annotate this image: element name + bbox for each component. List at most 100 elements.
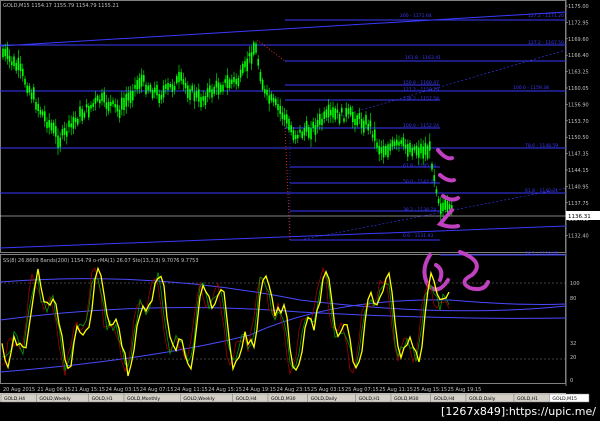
- candle-body: [99, 99, 101, 104]
- candle-body: [200, 97, 202, 108]
- price-tick-label: 1153.70: [568, 119, 589, 125]
- candle-body: [363, 120, 365, 133]
- candle-body: [127, 92, 130, 101]
- candle-body: [30, 92, 33, 100]
- candle-body: [134, 85, 136, 89]
- candle-body: [145, 84, 147, 95]
- candle-body: [398, 141, 400, 146]
- candle-body: [330, 109, 332, 116]
- watermark: [1267x849]:https://upic.me/: [439, 404, 598, 419]
- candle-body: [41, 111, 44, 116]
- chart-tab[interactable]: GOLD,Weekly: [36, 393, 89, 403]
- fibo-label: 100.0 - 1152.24: [403, 123, 439, 129]
- chart-tab[interactable]: GOLD,H1: [355, 393, 392, 403]
- chart-tab[interactable]: GOLD,H4: [232, 393, 269, 403]
- svg-text:GOLD,Weekly: GOLD,Weekly: [39, 396, 71, 402]
- candle-body: [224, 79, 226, 83]
- candle-body: [217, 82, 220, 95]
- indicator-tick-label: 32: [570, 341, 576, 347]
- candle-body: [327, 104, 330, 118]
- price-axis: 1175.00 1172.95 1169.60 1166.40 1163.25 1160.…: [566, 4, 589, 240]
- candle-body: [422, 146, 424, 159]
- time-tick-label: 21 Aug 15:15: [71, 387, 105, 393]
- chart-tab[interactable]: GOLD,H4: [430, 393, 467, 403]
- candle-body: [77, 118, 79, 125]
- time-axis: 20 Aug 2015 21 Aug 06:15 21 Aug 15:15 24 Au…: [3, 387, 481, 393]
- chart-tab[interactable]: GOLD,Daily: [465, 393, 515, 403]
- candle-body: [323, 111, 325, 120]
- candle-body: [125, 93, 127, 107]
- candle-body: [156, 84, 158, 96]
- candle-body: [19, 63, 22, 72]
- chart-tab[interactable]: GOLD,Daily: [307, 393, 356, 403]
- price-tick-label: 1140.95: [568, 184, 589, 190]
- candle-body: [310, 128, 312, 140]
- indicator-header: SS(8) 26.8669 Bands(200) 1154.79 o-rMA(1…: [3, 258, 199, 264]
- candle-body: [138, 77, 141, 89]
- candle-body: [358, 112, 361, 120]
- svg-text:GOLD,H4: GOLD,H4: [4, 396, 25, 402]
- candle-body: [50, 122, 53, 131]
- candle-body: [275, 98, 277, 106]
- time-tick-label: 20 Aug 2015: [3, 387, 35, 393]
- candle-body: [389, 143, 391, 151]
- svg-text:GOLD,M15: GOLD,M15: [552, 396, 577, 402]
- candle-body: [211, 89, 213, 98]
- indicator-tick-label: 80: [570, 296, 576, 302]
- candle-body: [129, 90, 132, 104]
- svg-text:GOLD,Daily: GOLD,Daily: [469, 396, 496, 402]
- chart-tab[interactable]: GOLD,H4: [0, 393, 37, 403]
- candle-body: [180, 72, 182, 81]
- chart-tabs: GOLD,H4 GOLD,Weekly GOLD,H1 GOLD,Monthly GOL…: [0, 393, 590, 403]
- candle-body: [407, 144, 409, 157]
- chart-tab[interactable]: GOLD,M30: [390, 393, 431, 403]
- candle-body: [222, 84, 224, 92]
- chart-tab[interactable]: GOLD,H1: [513, 393, 550, 403]
- candle-body: [90, 104, 92, 109]
- chart-tab[interactable]: GOLD,M30: [267, 393, 308, 403]
- candle-body: [171, 84, 174, 92]
- price-tick-label: 1163.25: [568, 70, 589, 76]
- candle-body: [59, 137, 61, 147]
- indicator-tick-label: 0: [570, 378, 573, 384]
- candle-body: [187, 85, 189, 98]
- candle-body: [393, 141, 396, 147]
- candle-body: [246, 58, 248, 72]
- fibo-label: 61.8 - 1140.21: [525, 188, 558, 194]
- candle-body: [162, 85, 165, 98]
- candle-body: [61, 129, 64, 136]
- candle-body: [283, 114, 286, 121]
- price-tick-label: 1166.40: [568, 53, 589, 59]
- current-price-label: 1136.31: [568, 214, 591, 220]
- fibo-label: 78.6 - 1148.59: [525, 143, 558, 149]
- candle-body: [202, 96, 204, 101]
- candle-body: [96, 95, 99, 101]
- candle-body: [343, 118, 345, 122]
- chart-tab[interactable]: GOLD,M15: [549, 393, 590, 403]
- candle-body: [288, 118, 290, 131]
- candle-body: [325, 109, 328, 118]
- candle-body: [345, 107, 347, 117]
- fibo-label: 150.0 - 1160.47: [403, 80, 439, 86]
- candle-body: [286, 114, 288, 124]
- chart-tab[interactable]: GOLD,H1: [88, 393, 125, 403]
- candle-body: [292, 130, 295, 141]
- candle-body: [24, 78, 26, 85]
- chart-tab[interactable]: GOLD,Monthly: [123, 393, 181, 403]
- candle-body: [387, 144, 389, 158]
- candle-body: [378, 145, 380, 155]
- fibo-label: 200 - 1171.64: [400, 13, 432, 19]
- candle-body: [48, 120, 50, 128]
- candle-body: [149, 85, 152, 92]
- candle-body: [369, 120, 372, 127]
- candle-body: [182, 79, 185, 85]
- candle-body: [411, 147, 413, 157]
- candle-body: [402, 137, 405, 147]
- time-tick-label: 21 Aug 06:15: [37, 387, 71, 393]
- candle-body: [426, 145, 429, 159]
- candle-body: [105, 102, 108, 109]
- candle-body: [367, 123, 369, 131]
- candle-body: [385, 145, 387, 155]
- candle-body: [253, 42, 255, 55]
- chart-tab[interactable]: GOLD,Weekly: [180, 393, 233, 403]
